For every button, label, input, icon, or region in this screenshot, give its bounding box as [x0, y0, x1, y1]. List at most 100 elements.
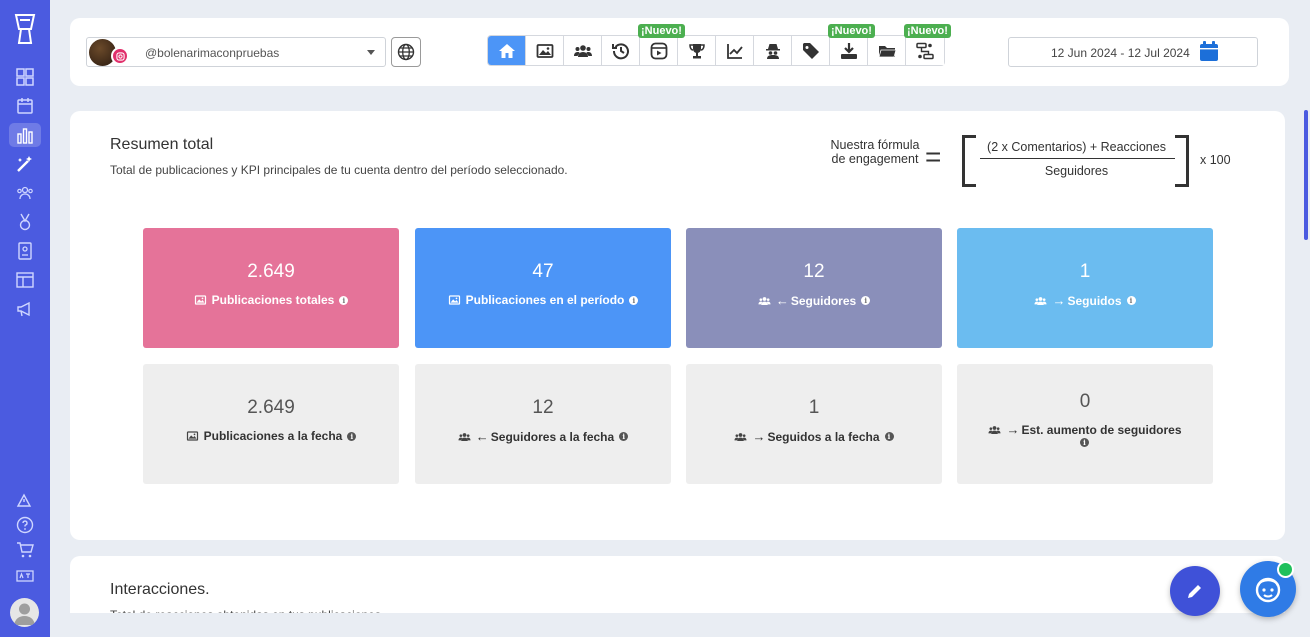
kpi-label: Est. aumento de seguidores: [1021, 422, 1182, 437]
kpi-value: 2.649: [247, 261, 295, 282]
date-range-text: 12 Jun 2024 - 12 Jul 2024: [1051, 46, 1190, 60]
kpi-card: 2.649 Publicaciones a la fecha i: [143, 364, 399, 484]
equals-sign: =: [925, 141, 942, 172]
medal-icon[interactable]: [13, 210, 37, 234]
formula-label: Nuestra fórmula de engagement: [830, 138, 920, 166]
kpi-label-row: → Seguidos a la fecha i: [686, 429, 942, 444]
tab-home[interactable]: [488, 36, 526, 65]
kpi-label-row: → Seguidos i: [957, 293, 1213, 308]
id-badge-icon[interactable]: [13, 239, 37, 263]
image-icon: [194, 294, 207, 306]
tab-spy[interactable]: [754, 36, 792, 65]
interactions-card: Interacciones. Total de reacciones obten…: [70, 556, 1285, 616]
info-icon[interactable]: i: [884, 432, 894, 441]
info-icon[interactable]: i: [861, 296, 871, 305]
kpi-card: 1 → Seguidos i: [957, 228, 1213, 348]
calendar-icon[interactable]: [13, 94, 37, 118]
info-icon[interactable]: i: [339, 295, 349, 305]
home-icon: [498, 42, 516, 60]
analytics-icon[interactable]: [9, 123, 41, 147]
new-badge: ¡Nuevo!: [904, 24, 951, 38]
users-icon: [734, 431, 747, 443]
user-avatar[interactable]: [10, 598, 39, 627]
info-icon[interactable]: i: [347, 431, 357, 441]
account-handle: @bolenarimaconpruebas: [145, 46, 280, 60]
alert-icon[interactable]: [13, 488, 37, 512]
tab-folder[interactable]: [868, 36, 906, 65]
tab-download[interactable]: ¡Nuevo!: [828, 24, 875, 65]
tab-reels[interactable]: ¡Nuevo!: [638, 24, 685, 65]
tab-trophy[interactable]: [678, 36, 716, 65]
kpi-value: 47: [532, 261, 554, 282]
kpi-card: 0 → Est. aumento de seguidores i: [957, 364, 1213, 484]
info-icon[interactable]: i: [1126, 296, 1136, 305]
tab-tag[interactable]: [792, 36, 830, 65]
kpi-label: Seguidos: [1067, 293, 1122, 308]
viewport-bottom: [50, 613, 1310, 637]
kpi-card: 12 ← Seguidores a la fecha i: [415, 364, 671, 484]
kpi-label-row: → Est. aumento de seguidores: [957, 422, 1213, 437]
edit-fab-button[interactable]: [1170, 566, 1220, 616]
tab-history[interactable]: [602, 36, 640, 65]
megaphone-icon[interactable]: [13, 297, 37, 321]
formula-multiplier: x 100: [1200, 153, 1231, 167]
info-icon[interactable]: i: [1080, 438, 1089, 447]
online-status-dot: [1277, 561, 1294, 578]
history-icon: [611, 42, 630, 60]
info-icon[interactable]: i: [619, 432, 629, 441]
tab-users[interactable]: [564, 36, 602, 65]
instagram-icon: [111, 47, 129, 65]
scrollbar-thumb[interactable]: [1304, 110, 1308, 240]
app-logo[interactable]: [13, 12, 37, 48]
download-icon: [840, 42, 858, 60]
tab-chart-line[interactable]: [716, 36, 754, 65]
users-icon: [1034, 295, 1047, 307]
info-icon[interactable]: i: [629, 295, 639, 305]
cart-icon[interactable]: [13, 538, 37, 562]
pencil-icon: [1188, 583, 1203, 598]
new-badge: ¡Nuevo!: [638, 24, 685, 38]
kpi-label-row: Publicaciones a la fecha i: [143, 429, 399, 443]
magic-wand-icon[interactable]: [13, 152, 37, 176]
bracket-right: [1175, 135, 1189, 187]
layout-icon[interactable]: [13, 268, 37, 292]
kpi-label: Publicaciones totales: [211, 293, 335, 307]
kpi-label-row: ← Seguidores a la fecha i: [415, 429, 671, 444]
account-selector[interactable]: @bolenarimaconpruebas: [86, 37, 386, 67]
users-icon: [758, 295, 771, 307]
date-range-picker[interactable]: 12 Jun 2024 - 12 Jul 2024: [1008, 37, 1258, 67]
bracket-left: [962, 135, 976, 187]
calendar-icon[interactable]: [1199, 40, 1219, 62]
chart-line-icon: [726, 42, 744, 60]
users-icon: [573, 42, 592, 60]
summary-card: Resumen total Total de publicaciones y K…: [70, 111, 1285, 540]
arrow-left-icon: ←: [775, 293, 789, 308]
summary-title: Resumen total: [110, 136, 214, 153]
tab-image[interactable]: [526, 36, 564, 65]
formula-numerator: (2 x Comentarios) + Reacciones: [987, 140, 1166, 154]
arrow-right-icon: →: [1006, 422, 1020, 437]
team-icon[interactable]: [13, 181, 37, 205]
dashboard-icon[interactable]: [13, 65, 37, 89]
trophy-icon: [688, 42, 706, 60]
new-badge: ¡Nuevo!: [828, 24, 875, 38]
image-icon: [186, 430, 199, 442]
kpi-value: 1: [808, 397, 820, 418]
tab-flow[interactable]: ¡Nuevo!: [904, 24, 951, 65]
kpi-card: 2.649 Publicaciones totales i: [143, 228, 399, 348]
users-icon: [458, 431, 471, 443]
globe-icon: [397, 43, 415, 61]
kpi-value: 0: [1079, 391, 1091, 412]
help-icon[interactable]: [13, 513, 37, 537]
image-icon: [448, 294, 461, 306]
kpi-label: Publicaciones en el período: [465, 293, 625, 307]
kpi-label: Seguidos a la fecha: [767, 429, 880, 444]
globe-button[interactable]: [391, 37, 421, 67]
kpi-label-row: Publicaciones totales i: [143, 293, 399, 307]
folder-icon: [877, 42, 896, 60]
summary-subtitle: Total de publicaciones y KPI principales…: [110, 163, 568, 177]
spy-icon: [764, 42, 782, 60]
interactions-title: Interacciones.: [110, 581, 210, 598]
users-icon: [988, 424, 1001, 436]
translate-icon[interactable]: [13, 564, 37, 588]
